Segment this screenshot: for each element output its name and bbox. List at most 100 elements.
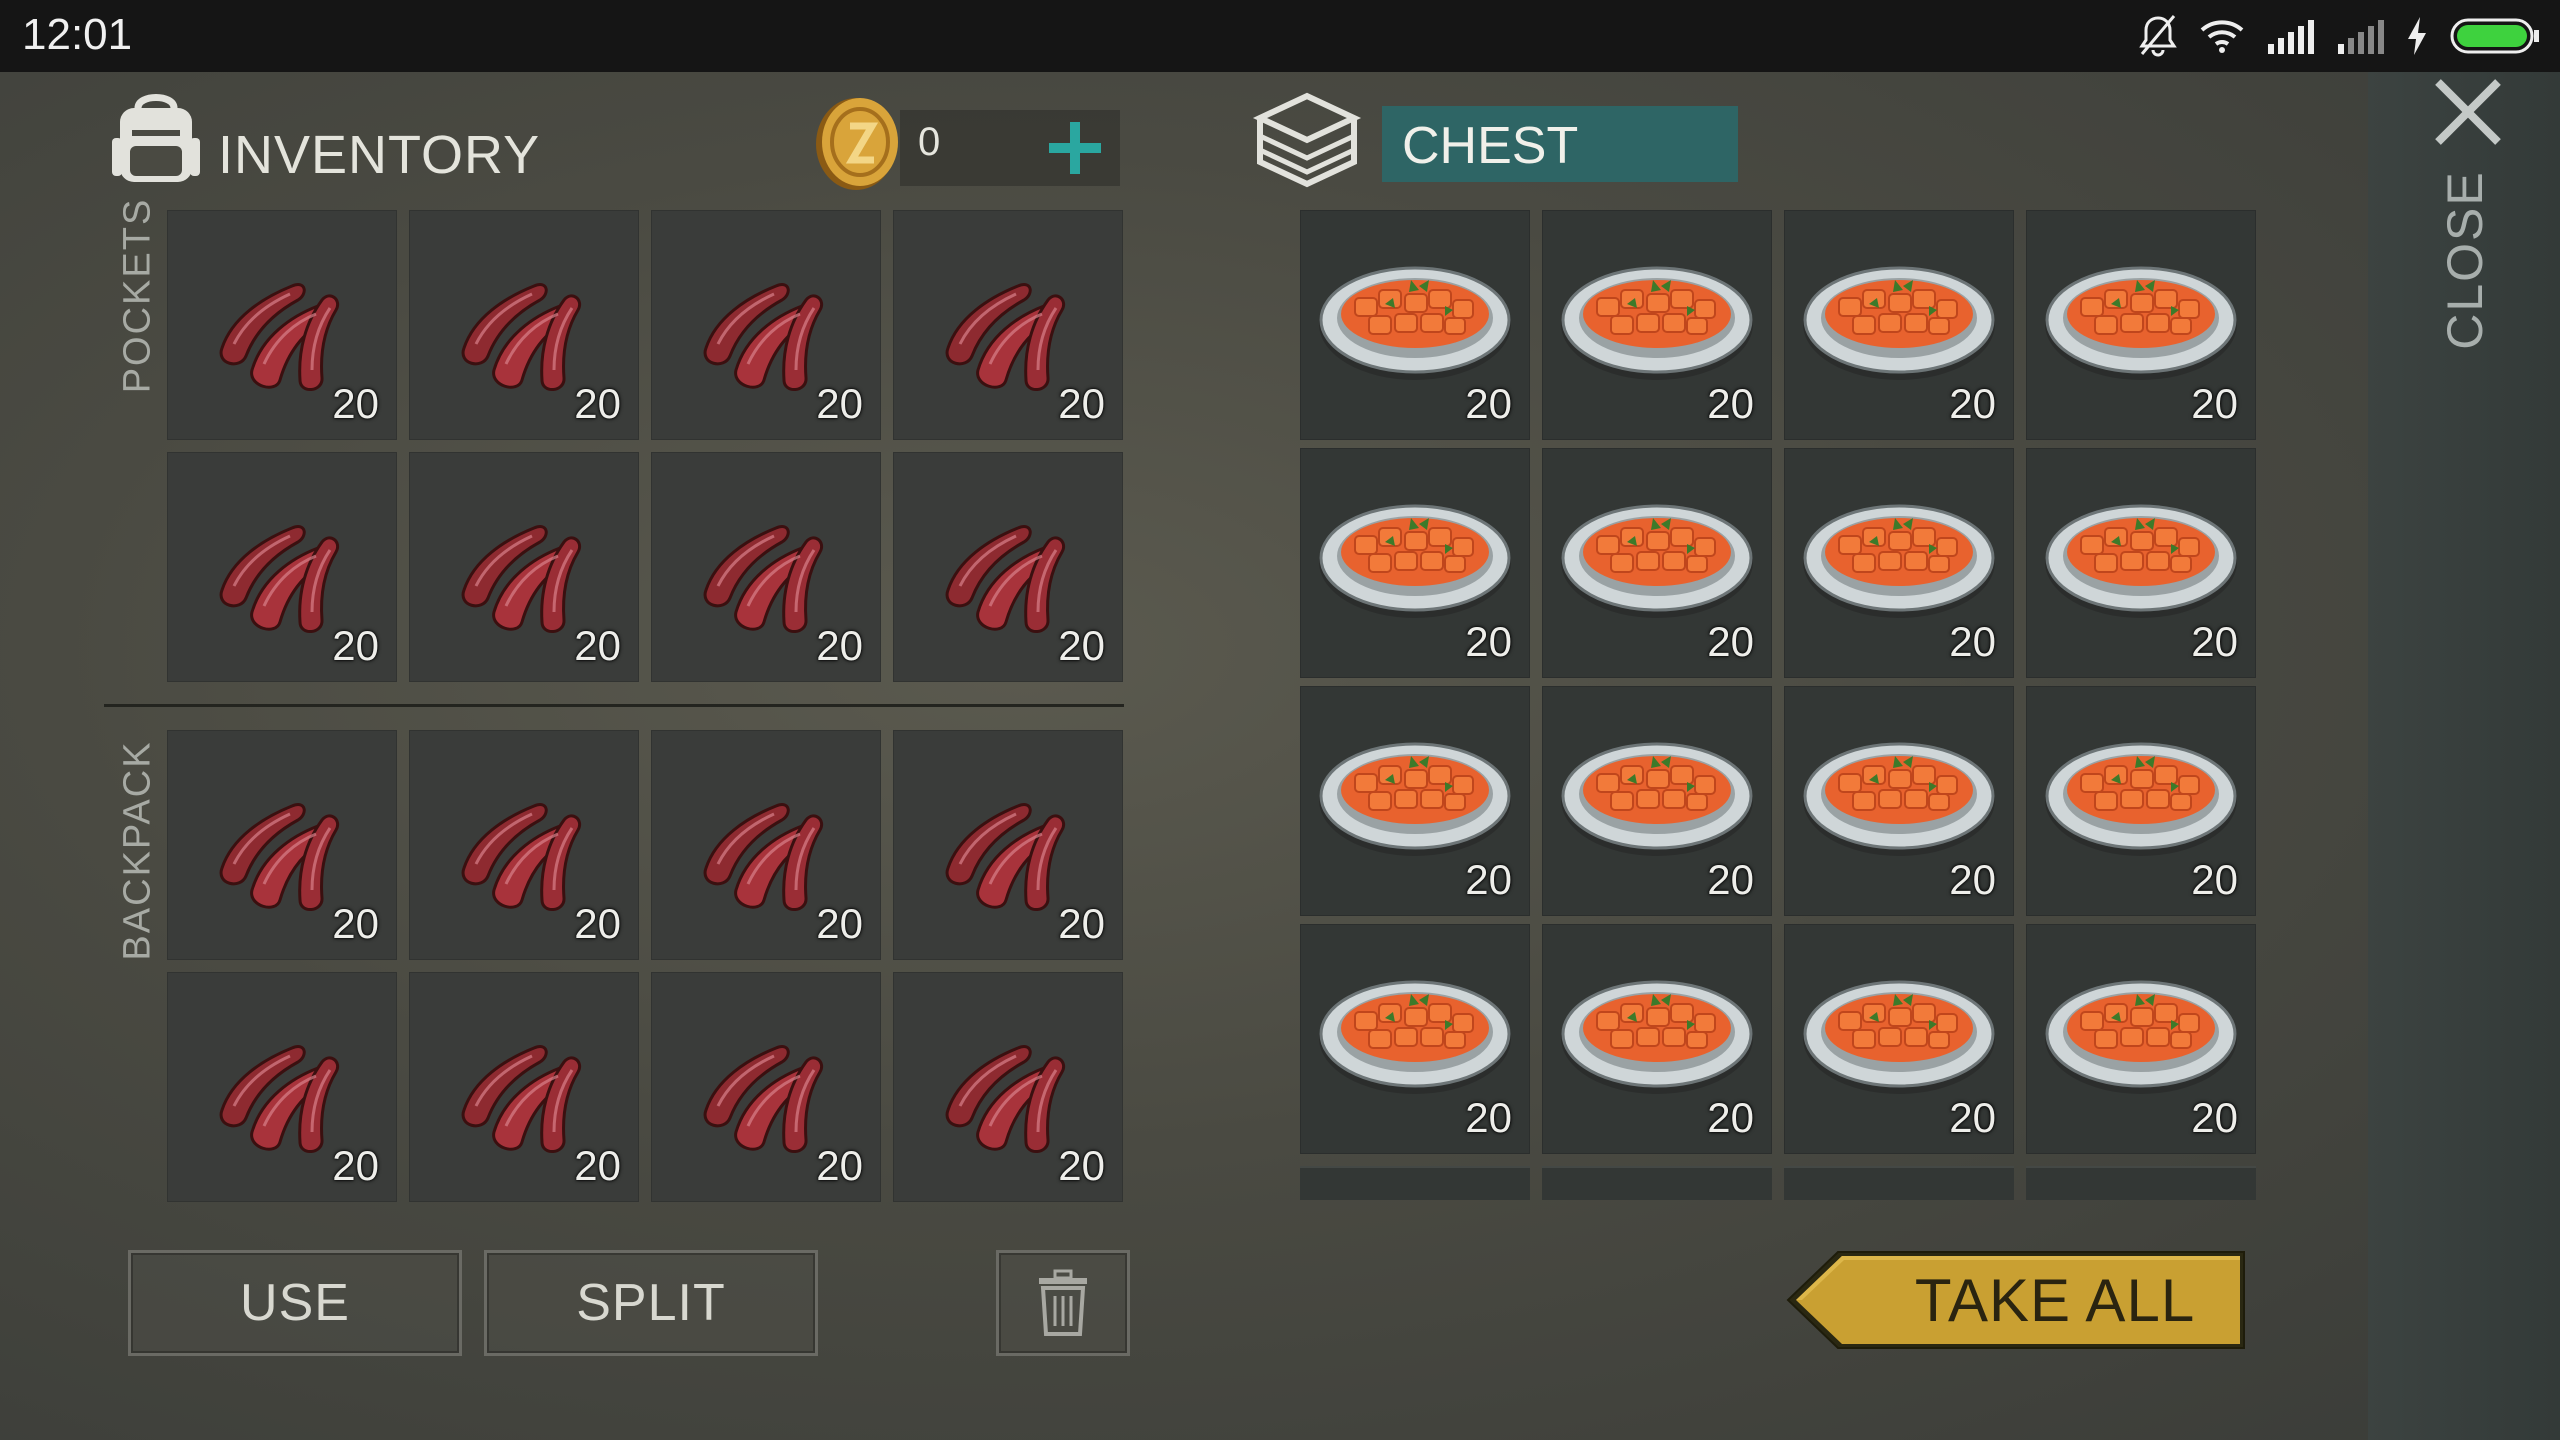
chest-slot-partial[interactable]: [1784, 1166, 2014, 1200]
stew-plate-icon: [1561, 742, 1753, 856]
item-quantity: 20: [1707, 618, 1754, 665]
add-coins-button[interactable]: [1040, 110, 1110, 186]
backpack-slot[interactable]: 20: [409, 972, 639, 1202]
pocket-slot[interactable]: 20: [167, 452, 397, 682]
inventory-title: INVENTORY: [218, 125, 541, 185]
coin-value: 0: [918, 120, 941, 164]
backpack-slot[interactable]: 20: [651, 730, 881, 960]
item-quantity: 20: [332, 380, 379, 427]
stew-plate-icon: [1803, 266, 1995, 380]
item-quantity: 20: [1465, 1094, 1512, 1141]
chest-slot[interactable]: 20: [1784, 686, 2014, 916]
chest-slot-partial[interactable]: [1542, 1166, 1772, 1200]
stew-plate-icon: [1561, 980, 1753, 1094]
backpack-slot[interactable]: 20: [893, 730, 1123, 960]
chest-grid: 20 20 20 20 20 20 20 20 20 20 20 20 20 2…: [1300, 210, 2256, 1154]
item-quantity: 20: [1058, 622, 1105, 669]
backpack-slot[interactable]: 20: [409, 730, 639, 960]
charging-icon: [2406, 17, 2428, 55]
item-quantity: 20: [574, 622, 621, 669]
signal-weak-icon: [2336, 18, 2384, 54]
pocket-slot[interactable]: 20: [651, 210, 881, 440]
chest-slot[interactable]: 20: [1300, 924, 1530, 1154]
chest-slot[interactable]: 20: [2026, 924, 2256, 1154]
chest-slot[interactable]: 20: [1300, 686, 1530, 916]
close-label: CLOSE: [2437, 170, 2494, 350]
item-quantity: 20: [332, 900, 379, 947]
item-quantity: 20: [1949, 380, 1996, 427]
chest-slot-partial[interactable]: [2026, 1166, 2256, 1200]
stew-plate-icon: [2045, 504, 2237, 618]
item-quantity: 20: [332, 622, 379, 669]
stew-plate-icon: [1561, 504, 1753, 618]
pocket-slot[interactable]: 20: [893, 210, 1123, 440]
stew-plate-icon: [1319, 504, 1511, 618]
take-all-label: TAKE ALL: [1914, 1266, 2196, 1334]
item-quantity: 20: [574, 1142, 621, 1189]
item-quantity: 20: [816, 380, 863, 427]
backpack-slot[interactable]: 20: [167, 972, 397, 1202]
stew-plate-icon: [2045, 742, 2237, 856]
chest-slot[interactable]: 20: [1542, 210, 1772, 440]
item-quantity: 20: [1465, 380, 1512, 427]
pocket-slot[interactable]: 20: [409, 210, 639, 440]
item-quantity: 20: [1465, 856, 1512, 903]
section-divider: [104, 704, 1124, 707]
item-quantity: 20: [2191, 856, 2238, 903]
chest-slot[interactable]: 20: [1542, 686, 1772, 916]
chest-slot[interactable]: 20: [1784, 210, 2014, 440]
chest-partial-row[interactable]: [1300, 1166, 2256, 1200]
stew-plate-icon: [1319, 266, 1511, 380]
item-quantity: 20: [1465, 618, 1512, 665]
close-icon[interactable]: [2428, 72, 2508, 152]
chest-slot[interactable]: 20: [1784, 924, 2014, 1154]
chest-slot[interactable]: 20: [1784, 448, 2014, 678]
split-button[interactable]: SPLIT: [484, 1250, 818, 1356]
item-quantity: 20: [1949, 1094, 1996, 1141]
chest-slot[interactable]: 20: [1300, 448, 1530, 678]
stew-plate-icon: [1561, 266, 1753, 380]
signal-icon: [2266, 18, 2314, 54]
pocket-slot[interactable]: 20: [893, 452, 1123, 682]
close-button[interactable]: CLOSE: [2410, 170, 2520, 350]
item-quantity: 20: [816, 900, 863, 947]
bell-muted-icon: [2138, 14, 2178, 58]
item-quantity: 20: [816, 622, 863, 669]
pocket-slot[interactable]: 20: [167, 210, 397, 440]
item-quantity: 20: [1949, 618, 1996, 665]
backpack-slot[interactable]: 20: [893, 972, 1123, 1202]
chest-slot[interactable]: 20: [2026, 686, 2256, 916]
item-quantity: 20: [1058, 900, 1105, 947]
battery-icon: [2450, 18, 2540, 54]
status-bar: 12:01: [0, 0, 2560, 72]
use-button-label: USE: [240, 1274, 350, 1332]
chest-title-bar: CHEST: [1382, 106, 1738, 182]
item-quantity: 20: [574, 900, 621, 947]
chest-slot[interactable]: 20: [1542, 924, 1772, 1154]
use-button[interactable]: USE: [128, 1250, 462, 1356]
chest-slot-partial[interactable]: [1300, 1166, 1530, 1200]
stew-plate-icon: [2045, 980, 2237, 1094]
backpack-slot[interactable]: 20: [167, 730, 397, 960]
chest-slot[interactable]: 20: [1542, 448, 1772, 678]
trash-button[interactable]: [996, 1250, 1130, 1356]
coin-icon: [812, 94, 906, 194]
item-quantity: 20: [1058, 1142, 1105, 1189]
item-quantity: 20: [1707, 380, 1754, 427]
stew-plate-icon: [1803, 742, 1995, 856]
backpack-label: BACKPACK: [98, 730, 178, 970]
item-quantity: 20: [2191, 1094, 2238, 1141]
pockets-grid: 20 20 20 20 20 20 20 20: [167, 210, 1123, 682]
backpack-label-text: BACKPACK: [116, 739, 159, 961]
status-time: 12:01: [22, 10, 133, 59]
stew-plate-icon: [1319, 742, 1511, 856]
chest-slot[interactable]: 20: [1300, 210, 1530, 440]
item-quantity: 20: [2191, 380, 2238, 427]
backpack-slot[interactable]: 20: [651, 972, 881, 1202]
item-quantity: 20: [1058, 380, 1105, 427]
pocket-slot[interactable]: 20: [409, 452, 639, 682]
pockets-label-text: POCKETS: [116, 197, 159, 393]
pocket-slot[interactable]: 20: [651, 452, 881, 682]
chest-slot[interactable]: 20: [2026, 210, 2256, 440]
chest-slot[interactable]: 20: [2026, 448, 2256, 678]
